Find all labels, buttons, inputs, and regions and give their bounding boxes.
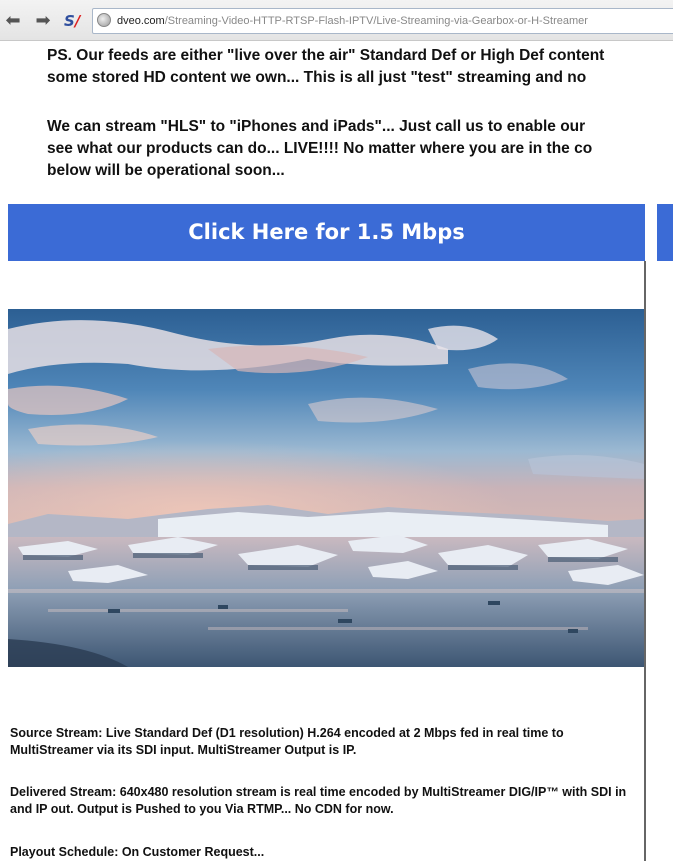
source-stream-text: Source Stream: Live Standard Def (D1 res… xyxy=(10,726,564,757)
extension-icon[interactable]: S/ xyxy=(64,11,86,31)
column-divider xyxy=(644,261,646,861)
hls-line-1: We can stream "HLS" to "iPhones and iPad… xyxy=(47,118,586,135)
browser-toolbar: ⬅ ➡ S/ dveo.com/Streaming-Video-HTTP-RTS… xyxy=(0,0,673,41)
hls-line-2: see what our products can do... LIVE!!!!… xyxy=(47,140,593,157)
intro-line-1: PS. Our feeds are either "live over the … xyxy=(47,47,605,64)
extension-slash: / xyxy=(74,12,81,30)
back-arrow-icon[interactable]: ⬅ xyxy=(2,10,24,32)
video-player[interactable] xyxy=(8,309,644,667)
intro-line-2: some stored HD content we own... This is… xyxy=(47,69,587,86)
address-bar[interactable]: dveo.com/Streaming-Video-HTTP-RTSP-Flash… xyxy=(92,8,673,34)
intro-paragraph: PS. Our feeds are either "live over the … xyxy=(47,45,673,89)
playout-schedule-text: Playout Schedule: On Customer Request... xyxy=(10,845,265,859)
hls-paragraph: We can stream "HLS" to "iPhones and iPad… xyxy=(47,116,673,182)
url-path: /Streaming-Video-HTTP-RTSP-Flash-IPTV/Li… xyxy=(164,15,588,27)
extension-letter: S xyxy=(64,12,75,30)
second-stream-button[interactable] xyxy=(657,204,673,261)
stream-1-5-mbps-button[interactable]: Click Here for 1.5 Mbps xyxy=(8,204,645,261)
url-host: dveo.com xyxy=(117,15,165,27)
forward-arrow-icon[interactable]: ➡ xyxy=(32,10,54,32)
globe-icon xyxy=(97,13,111,27)
delivered-stream-text: Delivered Stream: 640x480 resolution str… xyxy=(10,785,627,816)
hls-line-3: below will be operational soon... xyxy=(47,162,285,179)
url-text: dveo.com/Streaming-Video-HTTP-RTSP-Flash… xyxy=(117,14,588,28)
